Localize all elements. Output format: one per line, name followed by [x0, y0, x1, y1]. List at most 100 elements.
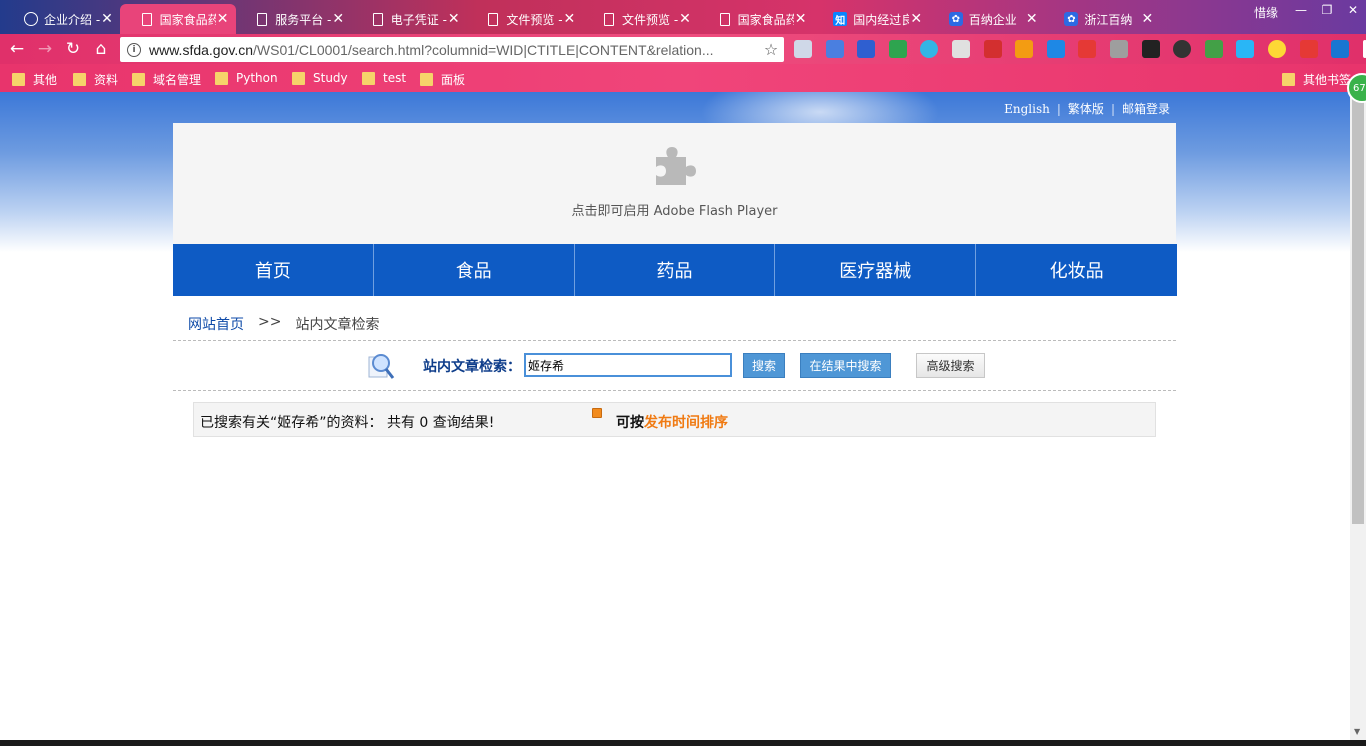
extension-icon[interactable] [857, 40, 876, 58]
extension-icon[interactable] [983, 40, 1002, 58]
advanced-search-button[interactable]: 高级搜索 [916, 353, 985, 378]
extension-icon[interactable] [825, 40, 844, 58]
bookmark-item[interactable]: 面板 [420, 71, 465, 88]
forward-icon[interactable]: → [34, 39, 56, 59]
tab-close-icon[interactable]: ✕ [909, 11, 923, 27]
close-window-icon[interactable]: ✕ [1340, 0, 1366, 22]
document-icon [372, 12, 383, 26]
extensions-bar [794, 40, 1366, 58]
url-path: /WS01/CL0001/search.html?columnid=WID|CT… [253, 41, 714, 58]
nav-drugs[interactable]: 药品 [575, 244, 776, 296]
tab-close-icon[interactable]: ✕ [331, 11, 345, 27]
nav-medical-devices[interactable]: 医疗器械 [775, 244, 977, 296]
tab-close-icon[interactable]: ✕ [1025, 11, 1039, 27]
search-in-results-button[interactable]: 在结果中搜索 [800, 353, 891, 378]
extension-icon[interactable] [1299, 40, 1318, 58]
extension-icon[interactable] [1141, 40, 1160, 58]
folder-icon [215, 71, 228, 85]
search-button[interactable]: 搜索 [743, 353, 785, 378]
browser-tab[interactable]: 文件预览 - ✕ [582, 4, 698, 34]
translate-icon[interactable] [1046, 40, 1065, 58]
extension-icon[interactable] [951, 40, 970, 58]
traditional-link[interactable]: 繁体版 [1068, 102, 1104, 116]
tab-close-icon[interactable]: ✕ [100, 11, 114, 27]
english-link[interactable]: English [1004, 102, 1050, 116]
home-icon[interactable]: ⌂ [90, 39, 112, 59]
sort-by-date-link[interactable]: 发布时间排序 [644, 415, 728, 431]
address-url[interactable]: www.sfda.gov.cn/WS01/CL0001/search.html?… [149, 42, 758, 58]
search-magnifier-icon [368, 354, 395, 379]
scrollbar-thumb[interactable] [1352, 94, 1364, 524]
folder-icon [12, 73, 25, 86]
address-bar[interactable]: i www.sfda.gov.cn/WS01/CL0001/search.htm… [120, 37, 784, 62]
nav-cosmetics[interactable]: 化妆品 [976, 244, 1177, 296]
browser-toolbar: ← → ↻ ⌂ i www.sfda.gov.cn/WS01/CL0001/se… [0, 34, 1366, 64]
tab-label: 国家食品药 [737, 12, 794, 27]
extension-icon[interactable] [1331, 40, 1350, 58]
main-nav: 首页 食品 药品 医疗器械 化妆品 [173, 244, 1177, 296]
bookmark-label: test [383, 71, 407, 85]
browser-tab[interactable]: ✿ 浙江百纳 ✕ [1044, 4, 1160, 34]
tab-label: 国家食品药 [159, 12, 216, 27]
tab-close-icon[interactable]: ✕ [562, 11, 576, 27]
search-input[interactable] [524, 353, 732, 377]
breadcrumb-home[interactable]: 网站首页 [188, 314, 244, 334]
extension-icon[interactable] [1173, 40, 1192, 58]
tab-label: 企业介绍 - [44, 12, 100, 27]
bookmark-item[interactable]: Python [215, 71, 278, 85]
reload-icon[interactable]: ↻ [62, 39, 84, 59]
site-info-icon[interactable]: i [127, 42, 141, 57]
tab-close-icon[interactable]: ✕ [447, 11, 461, 27]
browser-tab[interactable]: 服务平台 - ✕ [235, 4, 351, 34]
browser-tab[interactable]: 知国内经过良 ✕ [813, 4, 929, 34]
browser-tab[interactable]: 国家食品药 ✕ [698, 4, 814, 34]
profile-name[interactable]: 惜缘 [1244, 0, 1288, 22]
extension-icon[interactable] [1236, 40, 1255, 58]
extension-icon[interactable] [1267, 40, 1286, 58]
bookmark-item[interactable]: test [362, 71, 406, 85]
browser-tab[interactable]: 文件预览 - ✕ [466, 4, 582, 34]
bookmark-item[interactable]: 域名管理 [132, 71, 201, 88]
bookmark-item[interactable]: Study [292, 71, 348, 85]
tab-close-icon[interactable]: ✕ [1140, 11, 1154, 27]
minimize-icon[interactable]: — [1288, 0, 1314, 22]
globe-icon [24, 12, 38, 26]
vertical-scrollbar[interactable]: ▼ [1350, 92, 1366, 740]
browser-tab[interactable]: 国家食品药 ✕ [119, 4, 236, 34]
document-icon [719, 12, 730, 26]
scroll-down-icon[interactable]: ▼ [1354, 727, 1360, 736]
window-controls: 惜缘 — ❐ ✕ [1244, 0, 1366, 22]
rss-icon [592, 408, 602, 418]
nav-food[interactable]: 食品 [374, 244, 575, 296]
extension-icon[interactable] [1078, 40, 1097, 58]
flash-placeholder[interactable]: 点击即可启用 Adobe Flash Player [173, 123, 1176, 244]
browser-tab[interactable]: 企业介绍 - ✕ [4, 4, 120, 34]
bookmark-label: Python [236, 71, 278, 85]
bookmarks-bar: 其他 资料 域名管理 Python Study test 面板 其他书签 [0, 64, 1366, 92]
mail-login-link[interactable]: 邮箱登录 [1122, 102, 1170, 116]
extension-icon[interactable] [920, 40, 939, 58]
bookmark-item[interactable]: 其他 [12, 71, 57, 88]
plugin-puzzle-icon [656, 147, 696, 185]
taskbar [0, 740, 1366, 746]
breadcrumb: 网站首页 >> 站内文章检索 [188, 314, 379, 334]
extension-icon[interactable] [888, 40, 907, 58]
extension-icon[interactable] [1109, 40, 1128, 58]
browser-tab[interactable]: 电子凭证 - ✕ [351, 4, 467, 34]
folder-icon [420, 73, 433, 86]
tab-close-icon[interactable]: ✕ [216, 11, 230, 27]
browser-tab[interactable]: ✿ 百纳企业 ✕ [929, 4, 1045, 34]
back-icon[interactable]: ← [6, 39, 28, 59]
bookmark-star-icon[interactable]: ☆ [758, 40, 784, 59]
tab-close-icon[interactable]: ✕ [678, 11, 692, 27]
bookmark-label: 面板 [441, 73, 466, 87]
extension-icon[interactable] [794, 40, 812, 58]
extension-icon[interactable] [1204, 40, 1223, 58]
document-icon [257, 12, 268, 26]
bookmark-item[interactable]: 资料 [73, 71, 118, 88]
extension-icon[interactable] [1015, 40, 1034, 58]
restore-icon[interactable]: ❐ [1314, 0, 1340, 22]
tab-close-icon[interactable]: ✕ [794, 11, 808, 27]
nav-home[interactable]: 首页 [173, 244, 374, 296]
other-bookmarks[interactable]: 其他书签 [1282, 71, 1351, 88]
